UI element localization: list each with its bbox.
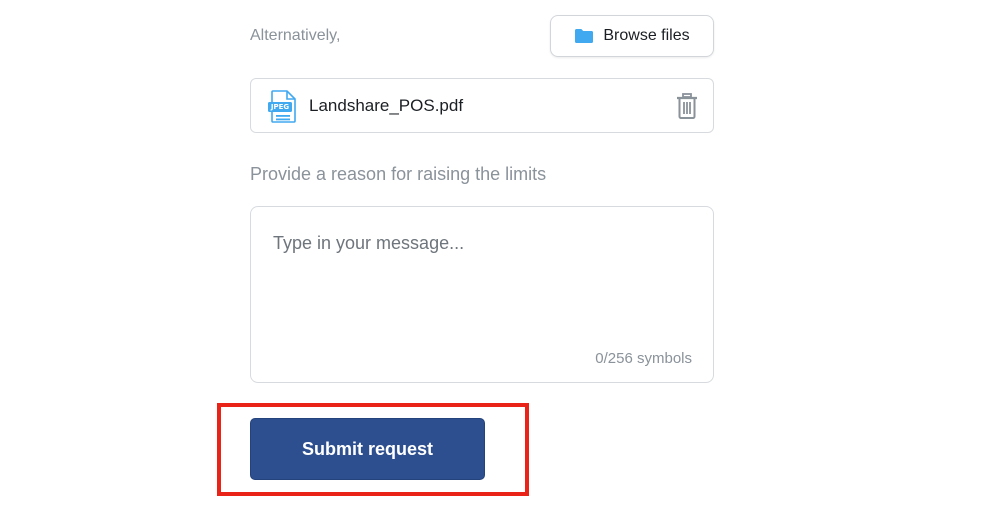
upload-row: Alternatively, Browse files [250,15,714,57]
symbol-counter: 0/256 symbols [595,350,692,367]
file-type-badge: JPEG [270,103,290,111]
file-name: Landshare_POS.pdf [309,96,464,115]
browse-files-button[interactable]: Browse files [550,15,714,57]
alternatively-text: Alternatively, [250,27,341,44]
reason-label: Provide a reason for raising the limits [250,164,547,184]
uploaded-file-item: JPEG Landshare_POS.pdf [250,78,714,133]
trash-icon[interactable] [676,93,698,119]
submit-request-button[interactable]: Submit request [250,418,485,480]
browse-files-label: Browse files [603,27,690,44]
message-box: 0/256 symbols [250,206,714,383]
folder-icon [574,28,594,44]
